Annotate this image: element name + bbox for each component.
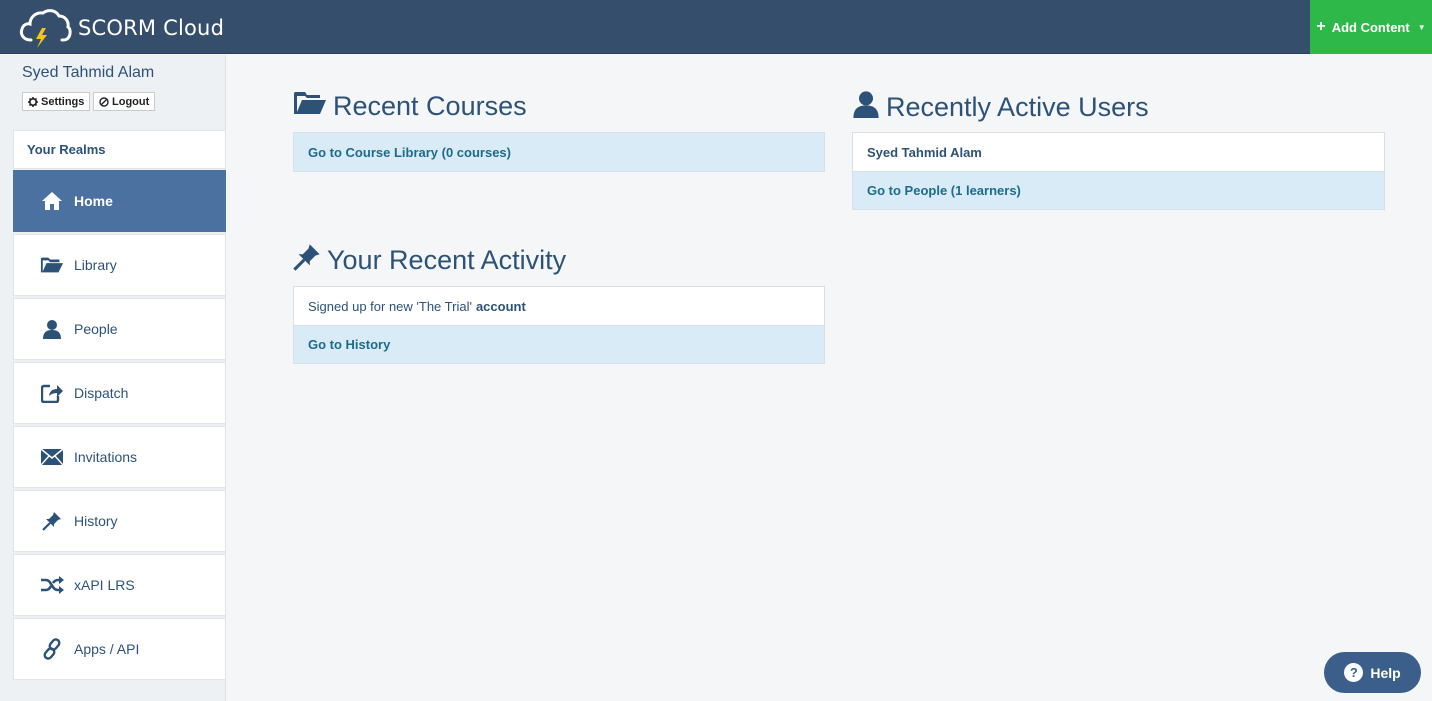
gear-icon: [28, 96, 38, 107]
sidebar-item-label: Home: [74, 193, 113, 209]
add-content-label: Add Content: [1331, 19, 1410, 35]
recent-activity-panel: Signed up for new 'The Trial' account Go…: [293, 286, 825, 364]
user-box: Syed Tahmid Alam Settings Logout: [13, 55, 226, 130]
caret-down-icon: ▼: [1417, 22, 1426, 32]
folder-open-icon: [40, 253, 64, 277]
sidebar-item-label: Invitations: [74, 449, 138, 465]
envelope-icon: [40, 445, 64, 469]
recent-courses-panel: Go to Course Library (0 courses): [293, 132, 825, 172]
help-label: Help: [1370, 664, 1401, 681]
your-realms-link[interactable]: Your Realms: [13, 130, 226, 169]
logout-button[interactable]: Logout: [93, 92, 156, 111]
ban-icon: [99, 96, 109, 107]
recent-users-panel: Syed Tahmid Alam Go to People (1 learner…: [852, 132, 1385, 210]
sidebar-item-library[interactable]: Library: [13, 234, 226, 296]
folder-open-icon: [293, 90, 327, 123]
sidebar-item-label: Library: [74, 257, 117, 273]
settings-label: Settings: [41, 95, 85, 108]
sidebar-item-xapi-lrs[interactable]: xAPI LRS: [13, 554, 226, 616]
recent-users-heading: Recently Active Users: [852, 90, 1149, 125]
sidebar-nav: Home Library People Dispatch Invitations: [13, 170, 226, 682]
activity-text: Signed up for new 'The Trial': [308, 298, 472, 314]
activity-entry: Signed up for new 'The Trial' account: [294, 287, 824, 325]
sidebar-item-label: People: [74, 321, 118, 337]
history-link[interactable]: Go to History: [294, 325, 824, 363]
user-name: Syed Tahmid Alam: [22, 64, 155, 81]
logout-label: Logout: [112, 95, 150, 108]
sidebar-item-label: Apps / API: [74, 641, 140, 657]
settings-button[interactable]: Settings: [22, 92, 91, 111]
app-name: SCORM Cloud: [78, 16, 225, 40]
recent-courses-heading: Recent Courses: [293, 90, 527, 123]
sidebar-item-history[interactable]: History: [13, 490, 226, 552]
people-link[interactable]: Go to People (1 learners): [853, 171, 1384, 209]
link-icon: [40, 637, 64, 661]
plus-icon: +: [1316, 18, 1326, 35]
sidebar-item-apps-api[interactable]: Apps / API: [13, 618, 226, 680]
share-icon: [40, 381, 64, 405]
sidebar-item-label: Dispatch: [74, 385, 129, 401]
home-icon: [40, 189, 64, 213]
sidebar: Syed Tahmid Alam Settings Logout Your Re…: [0, 55, 226, 701]
sidebar-item-label: xAPI LRS: [74, 577, 135, 593]
question-circle-icon: ?: [1344, 663, 1364, 682]
sidebar-item-label: History: [74, 513, 118, 529]
sidebar-item-dispatch[interactable]: Dispatch: [13, 362, 226, 424]
user-icon: [852, 90, 880, 125]
recent-activity-heading: Your Recent Activity: [293, 243, 566, 278]
scorm-cloud-logo[interactable]: SCORM Cloud: [18, 6, 224, 50]
pushpin-icon: [293, 243, 321, 278]
recent-users-title: Recently Active Users: [886, 92, 1149, 122]
activity-bold-text: account: [475, 298, 526, 314]
list-item[interactable]: Syed Tahmid Alam: [853, 133, 1384, 171]
sidebar-item-home[interactable]: Home: [13, 170, 226, 232]
pushpin-icon: [40, 509, 64, 533]
shuffle-icon: [40, 573, 64, 597]
sidebar-item-invitations[interactable]: Invitations: [13, 426, 226, 488]
cloud-lightning-icon: [19, 9, 72, 48]
top-bar: SCORM Cloud + Add Content ▼: [0, 0, 1432, 54]
course-library-link[interactable]: Go to Course Library (0 courses): [294, 133, 824, 171]
add-content-button[interactable]: + Add Content ▼: [1310, 0, 1432, 54]
help-button[interactable]: ? Help: [1324, 652, 1421, 693]
user-icon: [40, 317, 64, 341]
recent-courses-title: Recent Courses: [333, 91, 527, 121]
recent-activity-title: Your Recent Activity: [327, 245, 567, 275]
sidebar-item-people[interactable]: People: [13, 298, 226, 360]
